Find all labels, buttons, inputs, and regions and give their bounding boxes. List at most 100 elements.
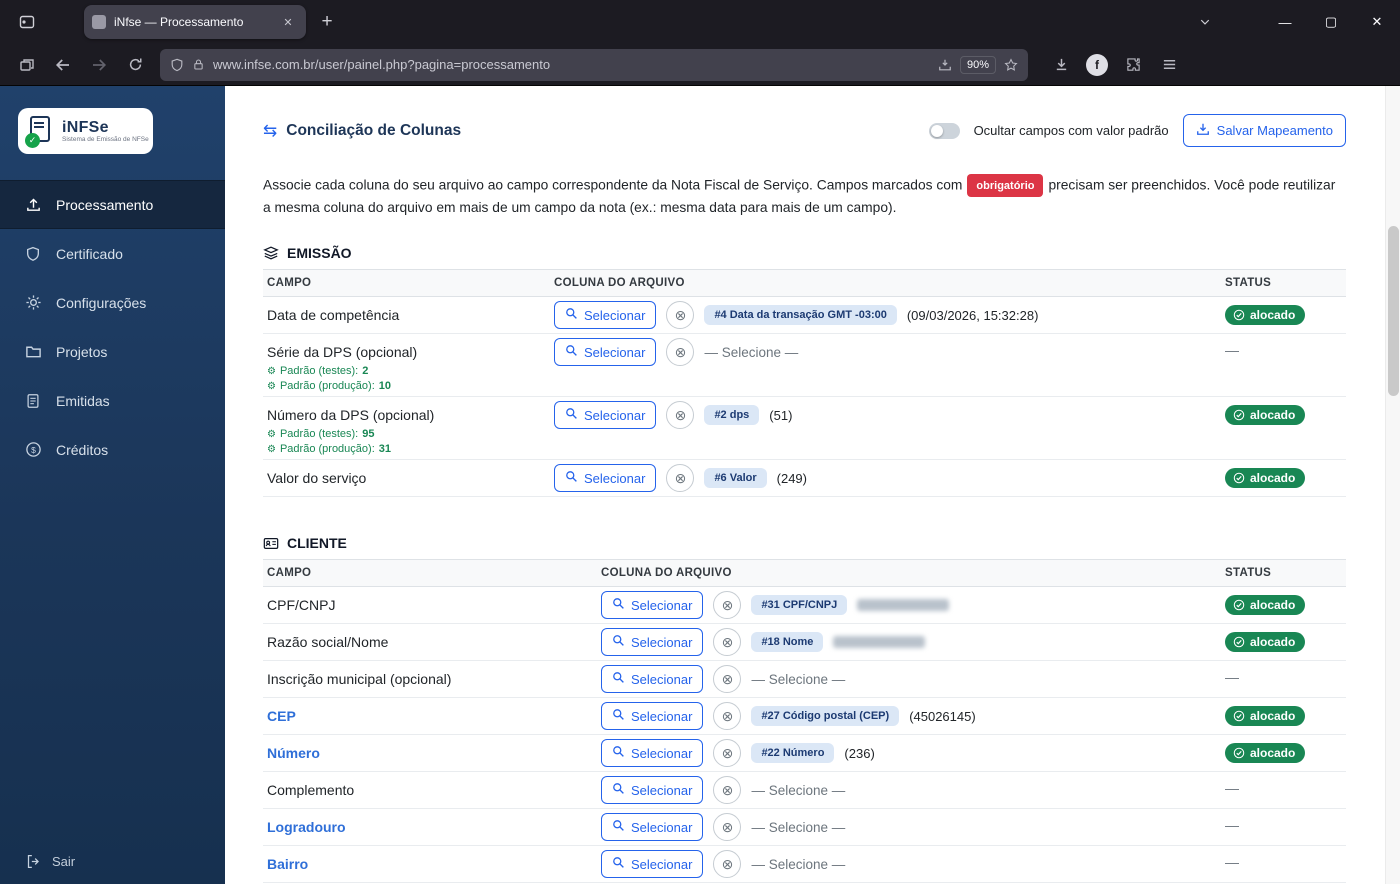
intro-text: Associe cada coluna do seu arquivo ao ca… [263,174,1346,220]
zoom-level-badge[interactable]: 90% [959,55,996,74]
header-status: STATUS [1225,567,1272,579]
table-row: Número Selecionar ⊗ #22 Número (236) alocado [263,735,1346,772]
firefox-view-icon[interactable] [10,7,44,37]
field-name: CPF/CNPJ [267,597,336,613]
status-empty: — [1225,669,1239,685]
close-window-button[interactable]: ✕ [1354,0,1400,44]
menu-hamburger-icon[interactable] [1152,49,1186,81]
select-column-button[interactable]: Selecionar [601,776,704,804]
clear-column-button[interactable]: ⊗ [713,739,742,767]
logo-subtitle: Sistema de Emissão de NFSe [62,136,149,143]
select-column-button[interactable]: Selecionar [601,850,704,878]
scrollbar[interactable] [1385,86,1400,884]
clear-column-button[interactable]: ⊗ [713,665,742,693]
clear-column-button[interactable]: ⊗ [713,591,742,619]
gear-icon: ⚙ [267,365,276,377]
column-badge: #27 Código postal (CEP) [751,706,900,726]
clear-column-button[interactable]: ⊗ [713,813,742,841]
status-badge-allocated: alocado [1225,632,1306,652]
reload-icon[interactable] [118,49,152,81]
sidebar-item-configuracoes[interactable]: Configurações [0,278,225,327]
sidebar-item-label: Emitidas [56,392,110,409]
clear-column-button[interactable]: ⊗ [713,628,742,656]
column-placeholder: — Selecione — [751,671,846,687]
forward-icon[interactable] [82,49,116,81]
column-badge: #31 CPF/CNPJ [751,595,848,615]
default-value-line: ⚙ Padrão (testes): 2 [267,365,369,377]
select-column-button[interactable]: Selecionar [554,464,657,492]
save-page-icon[interactable] [938,58,952,72]
field-name: Data de competência [267,307,400,323]
url-bar[interactable]: www.infse.com.br/user/painel.php?pagina=… [160,48,1028,81]
table-row: Valor do serviço Selecionar ⊗ #6 Valor (249)… [263,460,1346,497]
select-column-button[interactable]: Selecionar [601,591,704,619]
section-title: CLIENTE [263,535,1346,551]
tab-close-icon[interactable]: ✕ [278,12,298,32]
field-name[interactable]: Bairro [267,854,601,874]
downloads-icon[interactable] [1044,49,1078,81]
new-tab-button[interactable]: + [312,7,342,37]
clear-column-button[interactable]: ⊗ [666,338,695,366]
field-name[interactable]: CEP [267,706,601,726]
folder-icon [24,343,42,361]
logo-title: iNFSe [62,119,109,136]
exit-icon [24,852,42,870]
table-row: Data de competência Selecionar ⊗ #4 Data da… [263,297,1346,334]
table-row: Série da DPS (opcional) ⚙ Padrão (testes):… [263,334,1346,397]
magnifier-icon [565,344,578,360]
back-icon[interactable] [46,49,80,81]
field-name[interactable]: Logradouro [267,817,601,837]
lock-icon[interactable] [192,58,205,71]
select-column-button[interactable]: Selecionar [601,813,704,841]
sidebar-item-emitidas[interactable]: Emitidas [0,376,225,425]
table-header: CAMPO COLUNA DO ARQUIVO STATUS [263,559,1346,587]
screenshot-window-icon[interactable] [10,49,44,81]
magnifier-icon [612,856,625,872]
clear-column-button[interactable]: ⊗ [666,464,695,492]
select-column-button[interactable]: Selecionar [601,628,704,656]
app-logo[interactable]: ✓ iNFSe Sistema de Emissão de NFSe [18,108,153,154]
toggle-label: Ocultar campos com valor padrão [973,123,1169,138]
status-badge-allocated: alocado [1225,595,1306,615]
select-column-button[interactable]: Selecionar [554,401,657,429]
maximize-button[interactable]: ▢ [1308,0,1354,44]
clear-icon: ⊗ [721,707,734,724]
list-all-tabs-icon[interactable] [1188,7,1222,37]
clear-column-button[interactable]: ⊗ [713,776,742,804]
field-name: Número da DPS (opcional) [267,407,435,423]
clear-column-button[interactable]: ⊗ [713,850,742,878]
sidebar-item-projetos[interactable]: Projetos [0,327,225,376]
logout-label: Sair [52,853,76,869]
hide-default-fields-toggle[interactable] [928,122,960,139]
clear-icon: ⊗ [721,855,734,872]
minimize-button[interactable]: — [1262,0,1308,44]
table-row: CPF/CNPJ Selecionar ⊗ #31 CPF/CNPJ alocado [263,587,1346,624]
magnifier-icon [565,307,578,323]
sidebar-item-creditos[interactable]: $ Créditos [0,425,225,474]
save-mapping-button[interactable]: Salvar Mapeamento [1182,114,1346,147]
select-column-button[interactable]: Selecionar [601,702,704,730]
shield-permissions-icon[interactable] [170,58,184,72]
scrollbar-thumb[interactable] [1388,226,1399,396]
extensions-puzzle-icon[interactable] [1116,49,1150,81]
browser-tab[interactable]: iNfse — Processamento ✕ [84,5,306,39]
clear-icon: ⊗ [721,633,734,650]
clear-column-button[interactable]: ⊗ [666,401,695,429]
field-name[interactable]: Número [267,743,601,763]
clear-icon: ⊗ [721,818,734,835]
bookmark-star-icon[interactable] [1004,57,1018,72]
column-placeholder: — Selecione — [704,344,799,360]
section-cliente: CLIENTE CAMPO COLUNA DO ARQUIVO STATUS CPF/C… [263,535,1346,884]
select-column-button[interactable]: Selecionar [601,739,704,767]
account-icon[interactable]: f [1080,49,1114,81]
sidebar-item-label: Créditos [56,441,109,458]
sidebar-item-certificado[interactable]: Certificado [0,229,225,278]
sidebar-item-processamento[interactable]: Processamento [0,180,225,229]
clear-column-button[interactable]: ⊗ [666,301,695,329]
select-column-button[interactable]: Selecionar [554,338,657,366]
sidebar-item-logout[interactable]: Sair [24,852,75,870]
url-text[interactable]: www.infse.com.br/user/painel.php?pagina=… [213,57,930,72]
clear-column-button[interactable]: ⊗ [713,702,742,730]
select-column-button[interactable]: Selecionar [601,665,704,693]
select-column-button[interactable]: Selecionar [554,301,657,329]
